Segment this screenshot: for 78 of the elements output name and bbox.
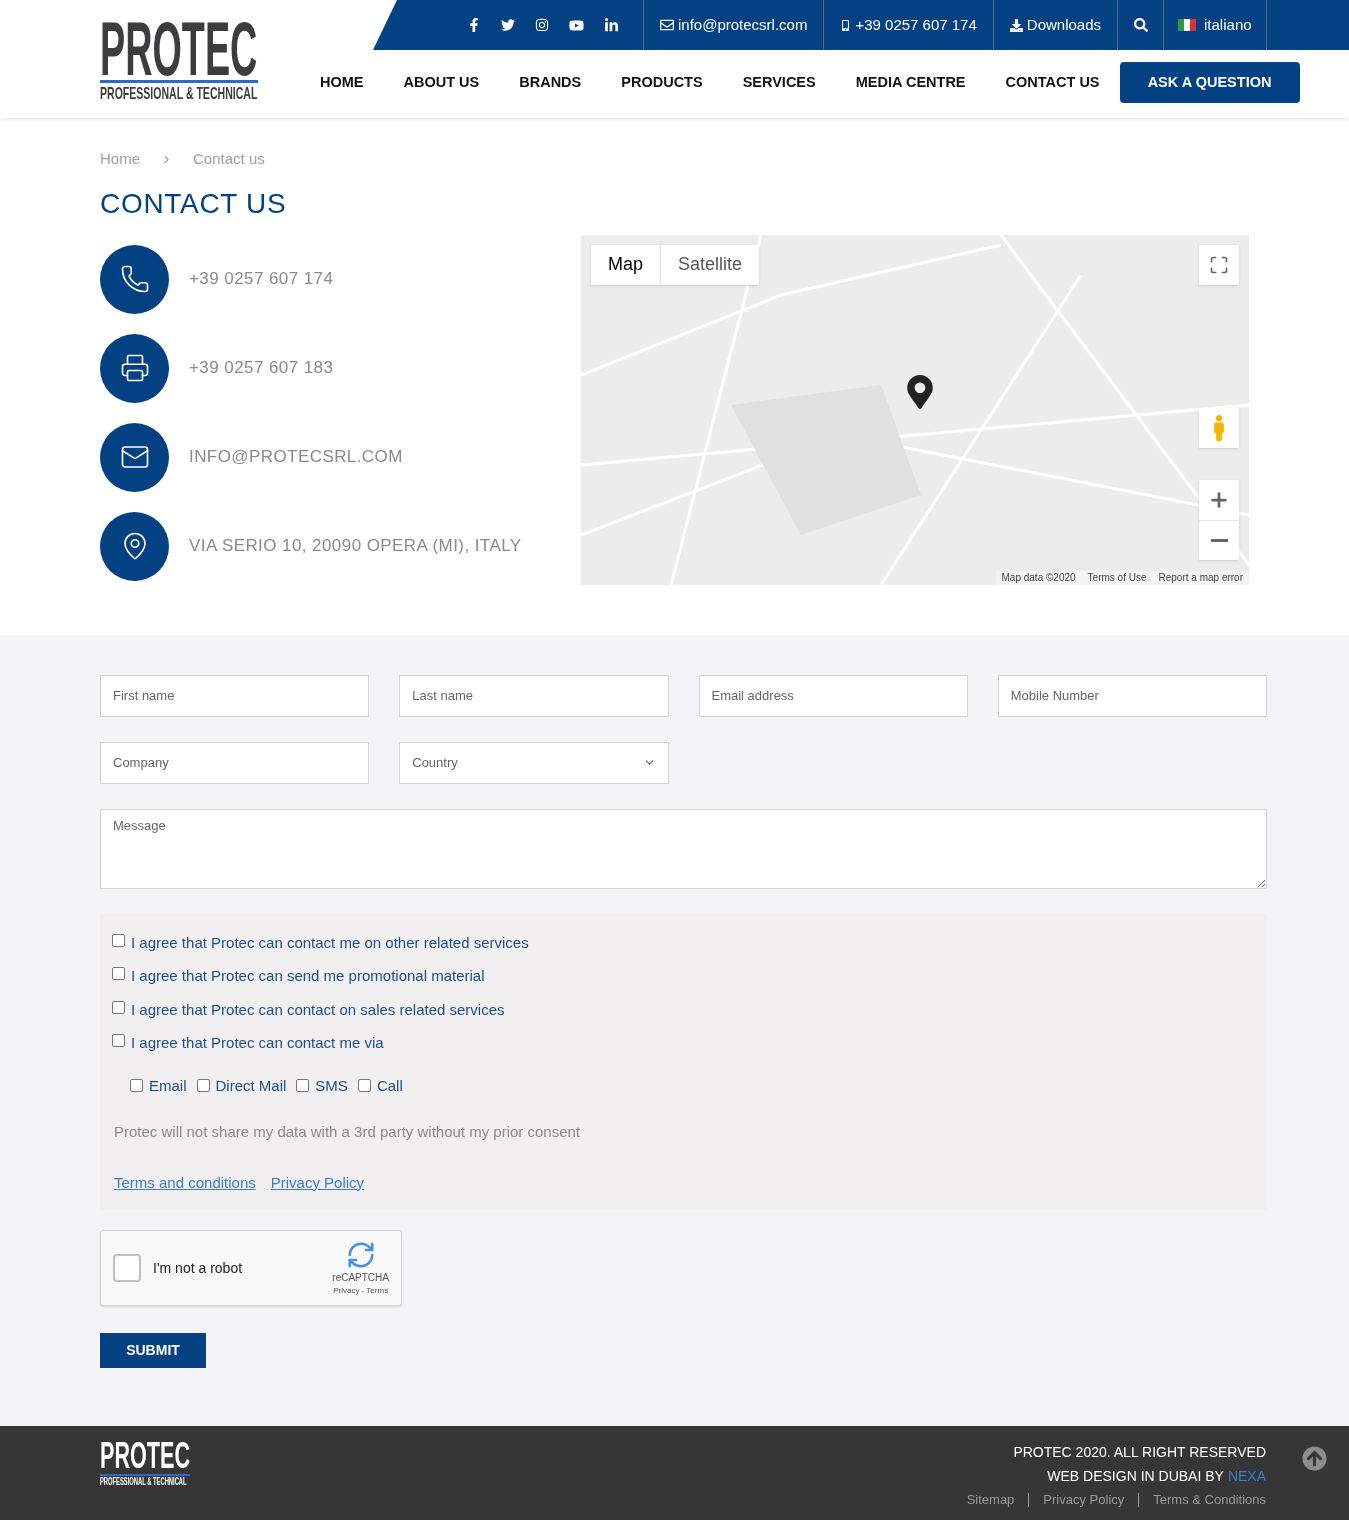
recaptcha-label: I'm not a robot [153,1258,244,1278]
contact-text: +39 0257 607 174 [189,268,334,291]
recaptcha-links[interactable]: Privacy - Terms [333,1284,389,1297]
phone-link[interactable]: +39 0257 607 174 [823,0,993,50]
minus-icon [1210,538,1228,542]
checkbox[interactable] [196,1079,210,1093]
text-field[interactable]: Mobile Number [997,674,1267,717]
footer-link[interactable]: Sitemap [966,1490,1015,1510]
footer-link[interactable]: Privacy Policy [1043,1490,1125,1510]
credit-text: WEB DESIGN IN DUBAI BY [1047,1467,1224,1486]
contact-text: INFO@PROTECSRL.COM [189,446,403,469]
channel-label: Direct Mail [215,1075,287,1096]
checkbox[interactable] [113,1254,141,1282]
checkbox[interactable] [130,1079,143,1093]
nav-link[interactable]: BRANDS [499,62,602,103]
map-attribution-link[interactable]: Map data ©2020 [1001,570,1076,585]
channel-label: Call [376,1075,403,1096]
checkbox[interactable] [112,1034,125,1047]
text-field[interactable]: Company [100,741,370,784]
text-field[interactable]: Email address [698,674,968,717]
checkbox[interactable] [296,1079,310,1093]
page-title: CONTACT US [100,186,288,221]
mobile-icon [840,19,852,31]
logo-subtitle: PROFESSIONAL & TECHNICAL [100,1477,187,1487]
ask-question-button[interactable]: ASK A QUESTION [1119,62,1300,103]
copyright-text: PROTEC 2020. ALL RIGHT RESERVED [1013,1443,1266,1462]
contact-text: +39 0257 607 183 [189,357,334,380]
language-link[interactable]: italiano [1163,0,1267,50]
map[interactable]: Map Satellite Map data ©2020 Terms of Use Report a map error [581,234,1249,585]
fullscreen-icon [1209,254,1229,275]
policy-link[interactable]: Privacy Policy [270,1171,365,1194]
checkbox[interactable] [112,933,125,947]
fullscreen-button[interactable] [1199,244,1239,285]
map-type-tab[interactable]: Map [591,244,661,285]
channel-label: SMS [315,1075,348,1096]
download-icon [1009,18,1023,32]
search-icon [1133,18,1148,32]
consent-label: I agree that Protec can send me promotional material [131,966,485,986]
nav-link[interactable]: SERVICES [722,62,836,103]
scroll-top-button[interactable] [1302,1446,1327,1471]
logo-subtitle: PROFESSIONAL & TECHNICAL [100,85,258,102]
linkedin-icon[interactable] [604,17,619,33]
country-select[interactable]: Country [399,741,669,784]
policy-link[interactable]: Terms and conditions [114,1171,256,1194]
logo-title: PROTEC [100,17,258,80]
logo[interactable]: PROTEC PROFESSIONAL & TECHNICAL [100,17,258,103]
consent-label: I agree that Protec can contact me via [131,1033,384,1053]
consent-label: I agree that Protec can contact on sales related services [131,999,505,1020]
checkbox[interactable] [357,1079,371,1093]
recaptcha-brand: reCAPTCHA [332,1270,389,1285]
email-link[interactable]: info@protecsrl.com [643,0,824,50]
checkbox[interactable] [112,1000,125,1014]
nav-link[interactable]: MEDIA CENTRE [835,62,986,103]
contact-text: VIA SERIO 10, 20090 OPERA (MI), ITALY [189,535,522,558]
facebook-icon[interactable] [467,18,481,32]
logo-title: PROTEC [100,1438,190,1474]
text-field[interactable]: Last name [399,674,669,717]
nav-link[interactable]: CONTACT US [985,62,1120,103]
italy-flag-icon [1178,19,1197,31]
map-type-tab[interactable]: Satellite [661,244,760,285]
text-field[interactable]: First name [100,674,370,717]
message-field[interactable]: Message [100,808,1267,889]
map-attribution-link[interactable]: Report a map error [1158,570,1243,585]
consent-label: I agree that Protec can contact me on other related services [131,932,529,953]
twitter-icon[interactable] [501,18,515,32]
logo[interactable]: PROTEC PROFESSIONAL & TECHNICAL [100,1438,190,1488]
nav-link[interactable]: PRODUCTS [601,62,723,103]
footer-link[interactable]: Terms & Conditions [1153,1490,1266,1510]
nav-link[interactable]: ABOUT US [383,62,500,103]
privacy-note: Protec will not share my data with a 3rd party without my prior consent [113,1122,582,1142]
instagram-icon[interactable] [535,18,549,32]
map-attribution-link[interactable]: Terms of Use [1087,570,1147,585]
nav-link[interactable]: HOME [300,62,384,103]
submit-button[interactable]: SUBMIT [100,1333,206,1368]
downloads-link[interactable]: Downloads [992,0,1118,50]
channel-label: Email [149,1075,187,1096]
envelope-icon [660,18,674,32]
checkbox[interactable] [112,967,125,980]
